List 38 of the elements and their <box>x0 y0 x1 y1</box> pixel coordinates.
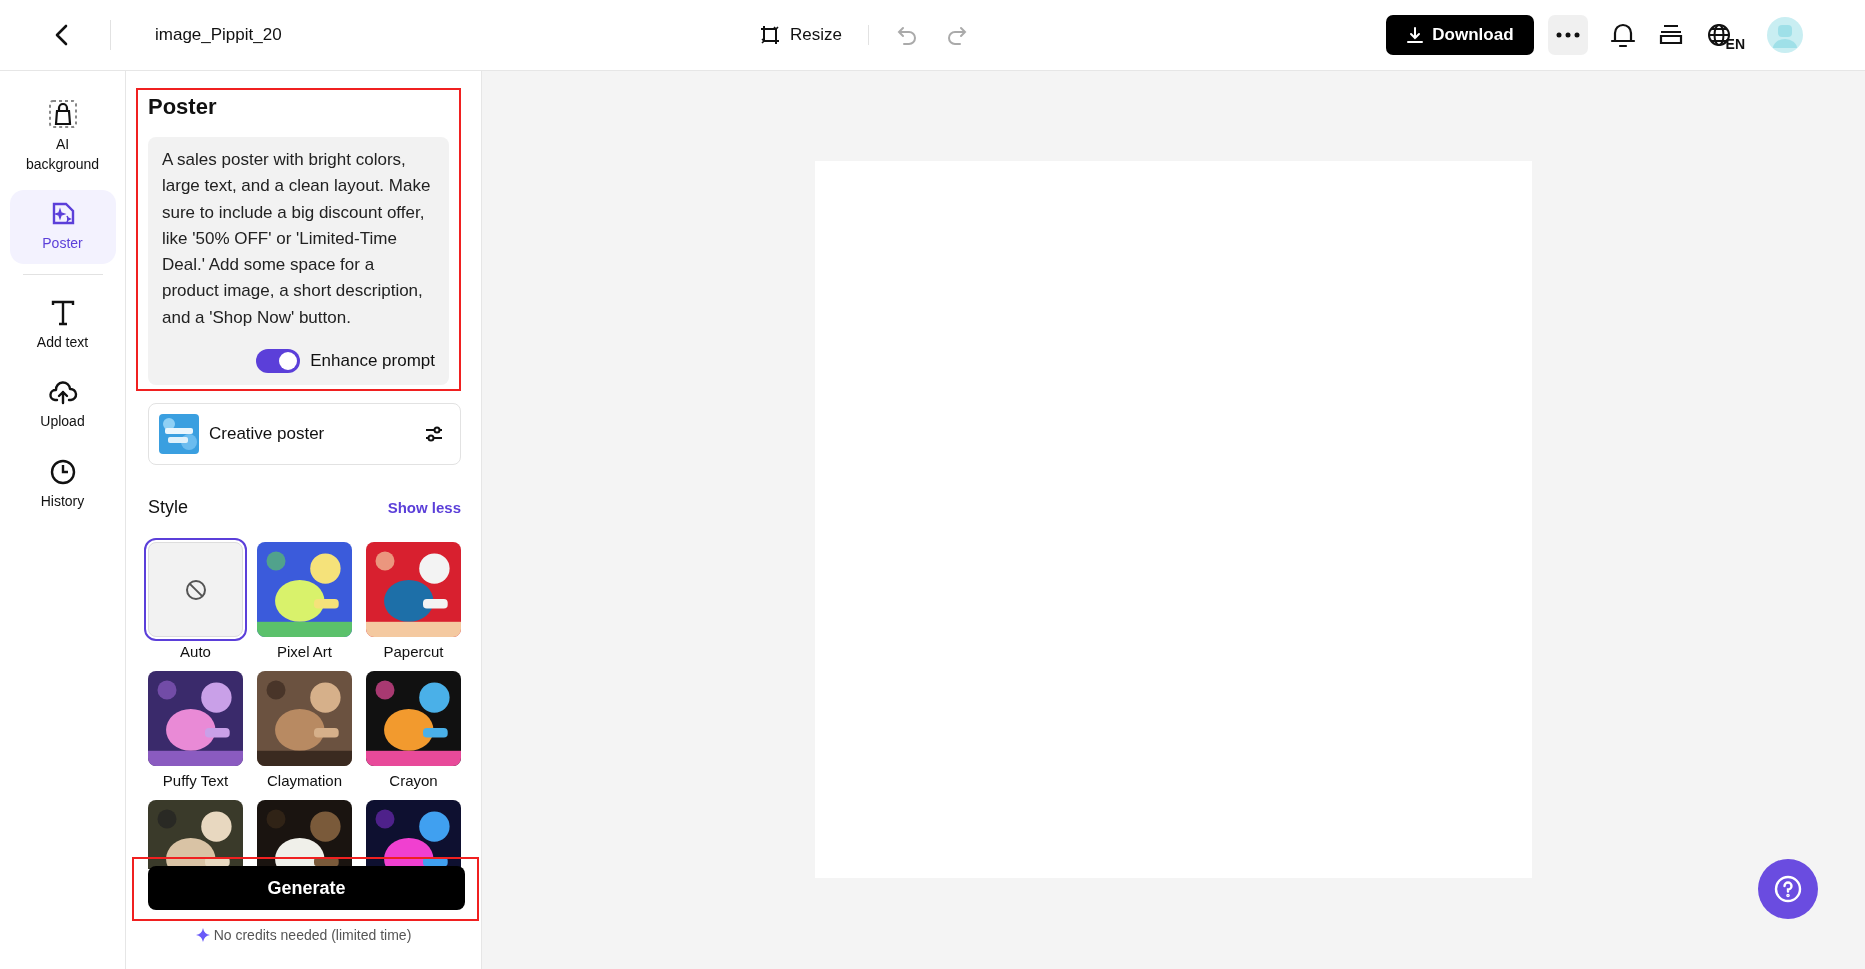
back-icon <box>54 23 70 47</box>
enhance-toggle[interactable] <box>256 349 301 374</box>
style-label: Crayon <box>389 772 438 790</box>
stack-icon[interactable] <box>1657 23 1684 47</box>
template-card[interactable]: Creative poster <box>148 403 461 466</box>
sidebar-item[interactable]: Poster <box>9 190 116 264</box>
style-label: Puffy Text <box>162 772 229 790</box>
help-button[interactable] <box>1758 859 1818 919</box>
prompt-field[interactable]: A sales poster with bright colors, large text, and a clean layout. Make sure to include a big discount offer, like '50% OFF' or 'Limited-Time Deal.' Add some space for a product image, a short description, and a 'Shop Now' button. Enhance prompt <box>148 137 449 386</box>
upload-icon <box>47 378 78 407</box>
panel-title: Poster <box>148 94 218 120</box>
sidebar-item[interactable]: History <box>9 447 116 522</box>
sparkle-icon <box>195 928 210 942</box>
style-heading: Style <box>148 497 189 519</box>
enhance-label: Enhance prompt <box>310 351 435 372</box>
download-button[interactable]: Download <box>1386 15 1534 55</box>
resize-button[interactable]: Resize <box>758 23 842 47</box>
sidebar-item[interactable]: AI background <box>9 89 116 185</box>
bag-icon <box>47 99 78 129</box>
style-label: Pixel Art <box>277 643 332 661</box>
style-label: Papercut <box>383 643 444 661</box>
clock-icon <box>48 457 77 486</box>
show-less-link[interactable]: Show less <box>387 499 461 517</box>
sliders-icon[interactable] <box>424 425 444 444</box>
bell-icon[interactable] <box>1609 21 1636 49</box>
resize-icon <box>758 23 782 47</box>
more-button[interactable] <box>1547 15 1588 55</box>
document-title[interactable]: image_Pippit_20 <box>155 25 282 45</box>
credits-note: No credits needed (limited time) <box>213 927 412 943</box>
sidebar-item[interactable]: Add text <box>9 288 116 363</box>
no-style-icon <box>184 578 207 601</box>
style-label: Auto <box>180 643 211 661</box>
help-icon <box>1773 874 1803 904</box>
sidebar-item[interactable]: Upload <box>9 368 116 442</box>
generate-button[interactable]: Generate <box>148 866 465 910</box>
more-icon <box>1555 32 1580 38</box>
download-icon <box>1406 26 1425 44</box>
style-label: Claymation <box>267 772 342 790</box>
